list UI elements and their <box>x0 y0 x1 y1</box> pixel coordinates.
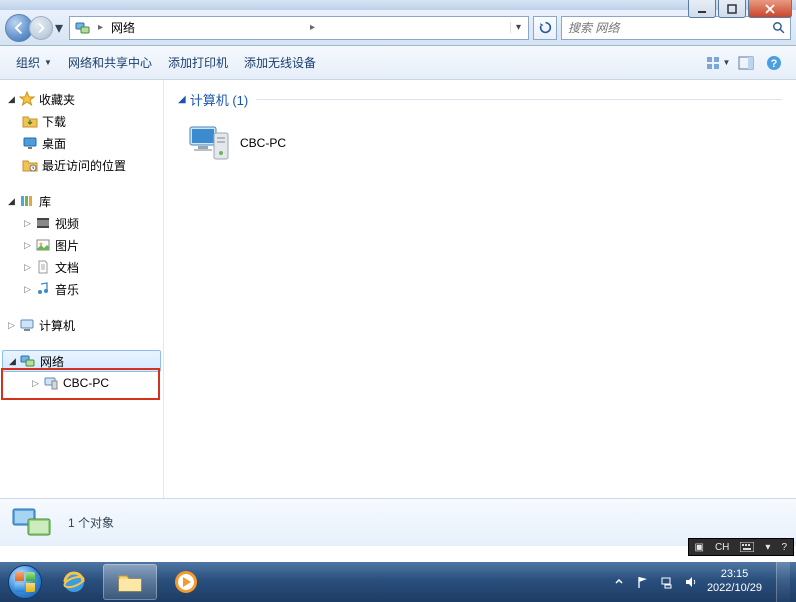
network-icon <box>74 19 92 37</box>
nav-history-dropdown[interactable]: ▾ <box>53 18 65 38</box>
keyboard-icon[interactable] <box>737 542 757 552</box>
address-box[interactable]: ▸ 网络 ▸ ▾ <box>69 16 529 40</box>
section-header[interactable]: ◢ 计算机 (1) <box>178 90 782 109</box>
computer-item-label: CBC-PC <box>240 136 286 150</box>
navigation-pane: ◢ 收藏夹 下载 桌面 最近访问的位置 ◢ 库 <box>0 80 164 498</box>
collapse-icon: ◢ <box>178 94 186 105</box>
recent-icon <box>22 157 38 173</box>
close-button[interactable] <box>748 0 792 18</box>
address-bar-row: ▾ ▸ 网络 ▸ ▾ <box>0 10 796 46</box>
sidebar-item-videos[interactable]: ▷ 视频 <box>0 212 163 234</box>
status-text: 1 个对象 <box>68 514 114 531</box>
breadcrumb-sep-icon[interactable]: ▸ <box>94 22 107 33</box>
network-group[interactable]: ◢ 网络 <box>2 350 161 372</box>
lang-options-icon[interactable]: ▾ <box>762 542 773 553</box>
clock-date: 2022/10/29 <box>707 582 762 596</box>
collapse-icon: ◢ <box>6 196 17 207</box>
svg-text:?: ? <box>771 58 778 70</box>
nav-buttons: ▾ <box>5 14 65 42</box>
sidebar-item-documents[interactable]: ▷ 文档 <box>0 256 163 278</box>
expand-icon: ▷ <box>22 284 33 295</box>
search-box[interactable] <box>561 16 791 40</box>
libraries-icon <box>19 193 35 209</box>
downloads-icon <box>22 113 38 129</box>
computer-item[interactable]: CBC-PC <box>184 119 290 167</box>
start-button[interactable] <box>4 562 46 602</box>
window-controls <box>688 0 792 18</box>
taskbar: 23:15 2022/10/29 <box>0 562 796 602</box>
help-button[interactable]: ? <box>760 51 788 75</box>
language-bar[interactable]: ▣ CH ▾ ? <box>688 538 795 556</box>
pc-icon <box>43 375 59 391</box>
forward-button[interactable] <box>29 16 53 40</box>
view-mode-button[interactable]: ▼ <box>704 51 732 75</box>
videos-icon <box>35 215 51 231</box>
expand-icon: ▷ <box>6 320 17 331</box>
computer-item-icon <box>188 123 232 163</box>
sidebar-item-recent[interactable]: 最近访问的位置 <box>0 154 163 176</box>
expand-icon: ▷ <box>22 262 33 273</box>
divider <box>256 99 782 100</box>
network-center-button[interactable]: 网络和共享中心 <box>60 50 160 75</box>
sidebar-item-network-pc[interactable]: ▷ CBC-PC <box>0 372 163 394</box>
breadcrumb-location[interactable]: 网络 <box>107 19 306 36</box>
expand-icon: ▷ <box>22 240 33 251</box>
expand-icon: ▷ <box>30 378 41 389</box>
system-tray: 23:15 2022/10/29 <box>611 562 792 602</box>
search-input[interactable] <box>562 21 766 35</box>
preview-pane-button[interactable] <box>732 51 760 75</box>
network-tray-icon[interactable] <box>659 574 675 590</box>
show-desktop-button[interactable] <box>776 562 790 602</box>
maximize-button[interactable] <box>718 0 746 18</box>
lang-restore-icon[interactable]: ▣ <box>692 542 707 553</box>
favorites-group[interactable]: ◢ 收藏夹 <box>0 88 163 110</box>
explorer-body: ◢ 收藏夹 下载 桌面 最近访问的位置 ◢ 库 <box>0 80 796 498</box>
section-label: 计算机 (1) <box>190 90 249 109</box>
documents-icon <box>35 259 51 275</box>
status-icon <box>10 503 54 543</box>
add-wireless-button[interactable]: 添加无线设备 <box>236 50 324 75</box>
sidebar-item-desktop[interactable]: 桌面 <box>0 132 163 154</box>
lang-help-icon[interactable]: ? <box>778 542 790 553</box>
items-grid: CBC-PC <box>178 119 782 167</box>
content-pane: ◢ 计算机 (1) CBC-PC <box>164 80 796 498</box>
expand-icon: ▷ <box>22 218 33 229</box>
lang-indicator[interactable]: CH <box>712 542 732 553</box>
taskbar-media-player[interactable] <box>159 564 213 600</box>
favorites-label: 收藏夹 <box>39 91 75 108</box>
computer-group[interactable]: ▷ 计算机 <box>0 314 163 336</box>
collapse-icon: ◢ <box>6 94 17 105</box>
computer-icon <box>19 317 35 333</box>
sidebar-item-pictures[interactable]: ▷ 图片 <box>0 234 163 256</box>
network-icon <box>20 353 36 369</box>
sidebar-item-music[interactable]: ▷ 音乐 <box>0 278 163 300</box>
pictures-icon <box>35 237 51 253</box>
taskbar-explorer[interactable] <box>103 564 157 600</box>
taskbar-ie[interactable] <box>47 564 101 600</box>
breadcrumb-sep-icon[interactable]: ▸ <box>306 22 319 33</box>
status-bar: 1 个对象 <box>0 498 796 546</box>
refresh-button[interactable] <box>533 16 557 40</box>
star-icon <box>19 91 35 107</box>
libraries-group[interactable]: ◢ 库 <box>0 190 163 212</box>
command-toolbar: 组织▼ 网络和共享中心 添加打印机 添加无线设备 ▼ ? <box>0 46 796 80</box>
sidebar-item-downloads[interactable]: 下载 <box>0 110 163 132</box>
minimize-button[interactable] <box>688 0 716 18</box>
add-printer-button[interactable]: 添加打印机 <box>160 50 236 75</box>
volume-icon[interactable] <box>683 574 699 590</box>
titlebar <box>0 0 796 10</box>
clock-time: 23:15 <box>707 568 762 582</box>
collapse-icon: ◢ <box>7 356 18 367</box>
organize-menu[interactable]: 组织▼ <box>8 50 60 75</box>
flag-icon[interactable] <box>635 574 651 590</box>
tray-overflow-icon[interactable] <box>611 574 627 590</box>
search-icon[interactable] <box>766 17 790 39</box>
clock[interactable]: 23:15 2022/10/29 <box>707 568 762 596</box>
address-dropdown[interactable]: ▾ <box>510 22 526 33</box>
music-icon <box>35 281 51 297</box>
desktop-icon <box>22 135 38 151</box>
